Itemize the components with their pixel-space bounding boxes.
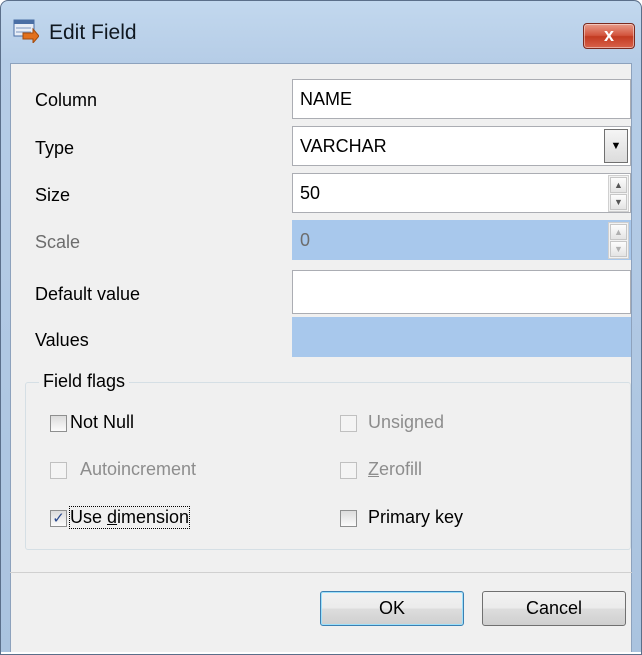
scale-input[interactable]: 0	[292, 220, 631, 260]
close-button[interactable]: x	[583, 23, 635, 49]
ok-button-label: OK	[378, 598, 405, 618]
close-icon: x	[603, 25, 614, 45]
column-input[interactable]: NAME	[292, 79, 631, 119]
type-value: VARCHAR	[300, 136, 387, 156]
button-bar-divider	[10, 572, 632, 573]
use-dimension-checkbox[interactable]: ✓	[50, 510, 67, 527]
column-value: NAME	[300, 89, 353, 109]
spin-up-icon[interactable]: ▲	[610, 177, 627, 193]
edit-field-icon	[13, 19, 39, 43]
column-label: Column	[35, 90, 98, 110]
size-spinner[interactable]: ▲ ▼	[608, 175, 629, 212]
scale-spinner[interactable]: ▲ ▼	[608, 222, 629, 259]
size-value: 50	[300, 183, 321, 203]
default-value-input[interactable]	[292, 270, 631, 314]
autoincrement-label[interactable]: Autoincrement	[80, 459, 196, 480]
use-dimension-label[interactable]: Use dimension	[68, 506, 191, 529]
scale-label: Scale	[35, 232, 81, 252]
not-null-checkbox[interactable]	[50, 415, 67, 432]
primary-key-checkbox[interactable]	[340, 510, 357, 527]
values-label: Values	[35, 330, 89, 350]
title-bar[interactable]: Edit Field x	[1, 1, 641, 63]
zerofill-label[interactable]: Zerofill	[368, 459, 422, 480]
window-title: Edit Field	[49, 21, 137, 44]
check-icon: ✓	[52, 510, 65, 527]
size-input[interactable]: 50	[292, 173, 631, 213]
field-flags-title: Field flags	[39, 371, 130, 392]
cancel-button[interactable]: Cancel	[482, 591, 626, 626]
zerofill-checkbox[interactable]	[340, 462, 357, 479]
default-value-label: Default value	[35, 284, 141, 304]
type-label: Type	[35, 138, 75, 158]
scale-value: 0	[300, 230, 311, 250]
edit-field-dialog: Edit Field x Column NAME Type VARCHAR ▼ …	[0, 0, 642, 655]
spin-down-icon[interactable]: ▼	[610, 194, 627, 210]
unsigned-checkbox[interactable]	[340, 415, 357, 432]
spin-up-icon[interactable]: ▲	[610, 224, 627, 240]
type-select[interactable]: VARCHAR	[292, 126, 631, 166]
chevron-down-icon: ▼	[610, 140, 622, 152]
values-input[interactable]	[292, 317, 631, 357]
unsigned-label[interactable]: Unsigned	[368, 412, 444, 433]
autoincrement-checkbox[interactable]	[50, 462, 67, 479]
size-label: Size	[35, 185, 71, 205]
ok-button[interactable]: OK	[320, 591, 464, 626]
primary-key-label[interactable]: Primary key	[368, 507, 463, 528]
type-dropdown-button[interactable]: ▼	[604, 129, 628, 163]
cancel-button-label: Cancel	[525, 598, 583, 618]
spin-down-icon[interactable]: ▼	[610, 241, 627, 257]
not-null-label[interactable]: Not Null	[70, 412, 134, 433]
